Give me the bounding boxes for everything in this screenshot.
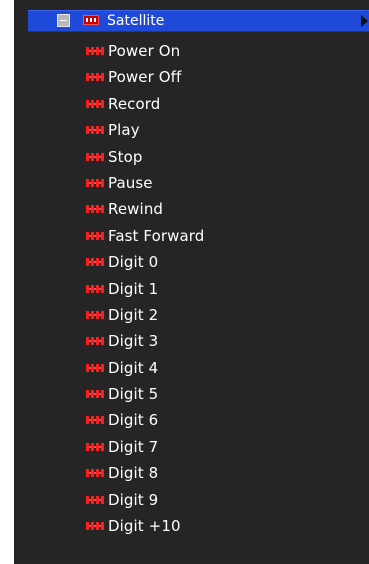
command-label: Record <box>108 94 161 113</box>
list-item[interactable]: Digit 7 <box>14 434 369 460</box>
command-label: Digit 0 <box>108 253 159 272</box>
tree-parent-label: Satellite <box>107 13 165 29</box>
list-item[interactable]: Pause <box>14 170 369 196</box>
command-icon <box>86 495 104 504</box>
command-icon <box>86 522 104 531</box>
command-label: Play <box>108 121 140 140</box>
command-icon <box>86 152 104 161</box>
command-icon <box>86 469 104 478</box>
list-item[interactable]: Digit 2 <box>14 302 369 328</box>
command-list: Power On Power Off Record Play Stop Paus… <box>14 38 369 539</box>
list-item[interactable]: Digit 4 <box>14 355 369 381</box>
command-label: Pause <box>108 173 153 192</box>
command-label: Digit 9 <box>108 490 159 509</box>
command-label: Digit 4 <box>108 358 159 377</box>
list-item[interactable]: Digit 6 <box>14 407 369 433</box>
device-icon <box>83 15 99 25</box>
list-item[interactable]: Digit 3 <box>14 328 369 354</box>
command-icon <box>86 416 104 425</box>
list-item[interactable]: Power Off <box>14 64 369 90</box>
command-label: Digit 3 <box>108 332 159 351</box>
command-icon <box>86 205 104 214</box>
list-item[interactable]: Stop <box>14 144 369 170</box>
command-icon <box>86 73 104 82</box>
list-item[interactable]: Digit 9 <box>14 487 369 513</box>
collapse-icon[interactable] <box>57 14 70 27</box>
list-item[interactable]: Play <box>14 117 369 143</box>
command-icon <box>86 258 104 267</box>
list-item[interactable]: Digit 5 <box>14 381 369 407</box>
command-label: Digit 5 <box>108 385 159 404</box>
command-label: Digit 7 <box>108 437 159 456</box>
list-item[interactable]: Digit +10 <box>14 513 369 539</box>
command-label: Digit +10 <box>108 517 181 536</box>
command-icon <box>86 442 104 451</box>
command-label: Rewind <box>108 200 164 219</box>
list-item[interactable]: Digit 1 <box>14 276 369 302</box>
command-icon <box>86 178 104 187</box>
command-label: Stop <box>108 147 143 166</box>
command-label: Fast Forward <box>108 226 205 245</box>
list-item[interactable]: Digit 0 <box>14 249 369 275</box>
command-icon <box>86 284 104 293</box>
list-item[interactable]: Record <box>14 91 369 117</box>
list-item[interactable]: Power On <box>14 38 369 64</box>
list-item[interactable]: Fast Forward <box>14 223 369 249</box>
command-icon <box>86 99 104 108</box>
command-icon <box>86 390 104 399</box>
command-icon <box>86 231 104 240</box>
command-label: Power Off <box>108 68 182 87</box>
command-label: Digit 6 <box>108 411 159 430</box>
device-command-tree: Satellite Power On Power Off Record Play… <box>14 0 369 564</box>
chevron-right-icon[interactable] <box>361 15 368 27</box>
command-icon <box>86 310 104 319</box>
command-label: Digit 2 <box>108 305 159 324</box>
tree-parent-satellite[interactable]: Satellite <box>28 10 369 32</box>
command-label: Digit 1 <box>108 279 159 298</box>
tree-top-border <box>14 0 369 8</box>
command-label: Power On <box>108 42 181 60</box>
command-icon <box>86 337 104 346</box>
command-icon <box>86 47 104 55</box>
list-item[interactable]: Rewind <box>14 196 369 222</box>
command-icon <box>86 363 104 372</box>
command-label: Digit 8 <box>108 464 159 483</box>
command-icon <box>86 126 104 135</box>
list-item[interactable]: Digit 8 <box>14 460 369 486</box>
